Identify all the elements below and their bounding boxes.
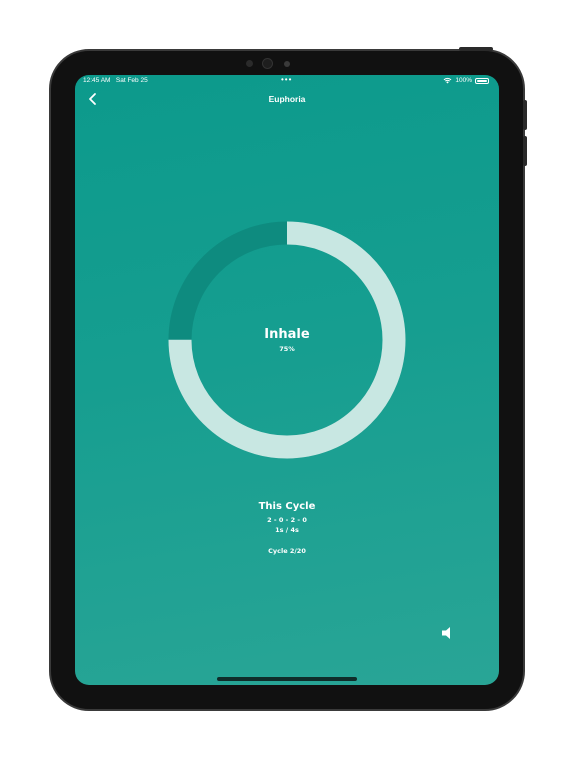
top-button: [459, 47, 493, 51]
breath-phase-label: Inhale: [264, 327, 310, 342]
speaker-icon[interactable]: [439, 625, 457, 641]
sensor-icon: [246, 60, 253, 67]
camera-icon: [262, 58, 273, 69]
camera-array: [244, 58, 294, 70]
home-indicator[interactable]: [217, 677, 357, 681]
flash-icon: [284, 61, 290, 67]
cycle-title: This Cycle: [258, 501, 316, 512]
volume-down-button: [523, 136, 527, 166]
cycle-pattern: 2 - 0 - 2 - 0: [267, 516, 307, 524]
volume-up-button: [523, 100, 527, 130]
app-screen: 12:45 AM Sat Feb 25 ••• 100% Euphoria In…: [75, 75, 499, 685]
breathing-ring: [168, 221, 406, 459]
cycle-elapsed: 1s / 4s: [275, 526, 299, 534]
cycle-counter: Cycle 2/20: [268, 547, 306, 555]
breath-progress-percent: 75%: [279, 345, 295, 353]
